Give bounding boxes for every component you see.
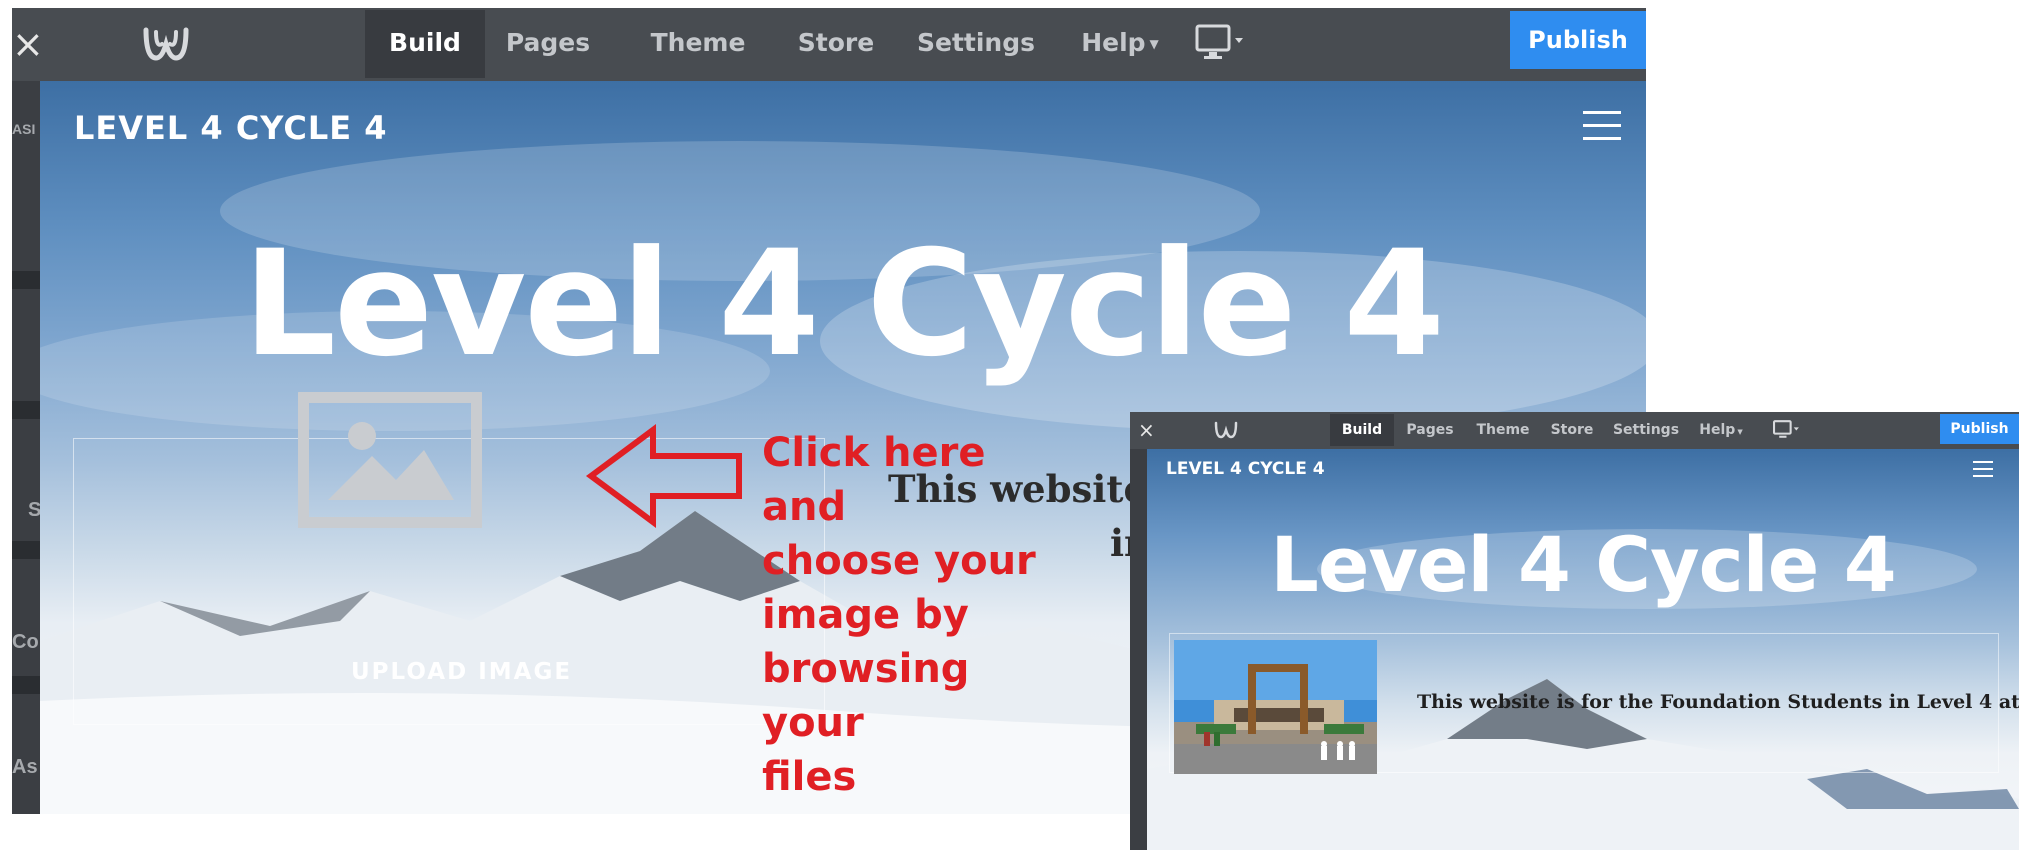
desktop-monitor-icon[interactable] [1195, 22, 1249, 64]
site-canvas: LEVEL 4 CYCLE 4 Level 4 Cycle 4 This web… [1147, 449, 2019, 850]
left-arrow-icon [585, 424, 742, 528]
tab-help-label: Help [1699, 422, 1736, 438]
weebly-logo-icon[interactable] [1214, 420, 1238, 440]
sidebar-divider [12, 541, 40, 559]
instruction-line: image by [762, 592, 969, 638]
hamburger-menu-icon[interactable] [1583, 111, 1621, 143]
hero-heading[interactable]: Level 4 Cycle 4 [1147, 527, 2019, 603]
tab-store[interactable]: Store [774, 10, 898, 78]
inset-editor-window: × Build Pages Theme Store Settings Help ▼… [1130, 412, 2019, 850]
upload-image-label[interactable]: UPLOAD IMAGE [351, 659, 572, 685]
instruction-line: choose your [762, 538, 1036, 584]
tab-settings[interactable]: Settings [908, 10, 1044, 78]
tab-build[interactable]: Build [365, 10, 485, 78]
chevron-down-icon: ▼ [1149, 37, 1159, 51]
instruction-line: files [762, 754, 857, 800]
tab-theme[interactable]: Theme [1470, 414, 1536, 446]
editor-topbar: × Build Pages Theme Store Settings Help ▼… [12, 8, 1646, 81]
close-icon[interactable]: × [12, 22, 44, 66]
tab-pages[interactable]: Pages [492, 10, 604, 78]
sidebar-divider [12, 271, 40, 289]
desktop-monitor-icon[interactable] [1773, 419, 1801, 441]
hero-heading[interactable]: Level 4 Cycle 4 [40, 231, 1646, 377]
school-building-photo[interactable] [1174, 640, 1377, 774]
sidebar-fragment: ASI [12, 121, 36, 137]
chevron-down-icon: ▼ [1737, 428, 1743, 436]
tab-help[interactable]: Help ▼ [1064, 10, 1176, 78]
site-title[interactable]: LEVEL 4 CYCLE 4 [1166, 459, 1325, 479]
sidebar-divider [12, 676, 40, 694]
tab-settings[interactable]: Settings [1608, 414, 1684, 446]
inset-topbar: × Build Pages Theme Store Settings Help ▼… [1130, 412, 2019, 449]
instruction-line: browsing your [762, 646, 970, 746]
close-icon[interactable]: × [1138, 418, 1155, 442]
left-sidebar-strip[interactable] [1130, 449, 1147, 850]
site-description[interactable]: This website is for the Foundation Stude… [1417, 691, 2019, 713]
site-title[interactable]: LEVEL 4 CYCLE 4 [74, 109, 387, 147]
sidebar-fragment: Co [12, 631, 39, 653]
hamburger-menu-icon[interactable] [1973, 461, 1993, 479]
publish-button[interactable]: Publish [1510, 11, 1646, 69]
tab-help-label: Help [1081, 28, 1146, 57]
left-sidebar-strip[interactable]: ASI S Co As [12, 81, 41, 814]
tab-pages[interactable]: Pages [1400, 414, 1460, 446]
tab-help[interactable]: Help ▼ [1692, 414, 1750, 446]
sidebar-divider [12, 401, 40, 419]
tab-theme[interactable]: Theme [632, 10, 764, 78]
sidebar-fragment: As [12, 756, 38, 778]
image-placeholder-icon[interactable] [298, 392, 482, 528]
tab-build[interactable]: Build [1330, 414, 1394, 446]
publish-button[interactable]: Publish [1940, 414, 2019, 444]
weebly-logo-icon[interactable] [142, 24, 190, 64]
tab-store[interactable]: Store [1544, 414, 1600, 446]
